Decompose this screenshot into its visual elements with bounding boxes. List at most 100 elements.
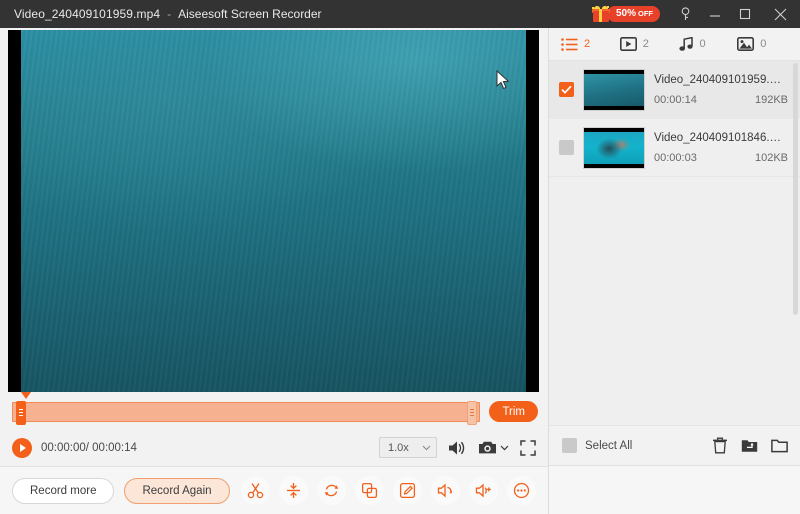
more-tools-button[interactable] <box>507 476 536 506</box>
trim-button[interactable]: Trim <box>489 401 538 423</box>
tab-image-count: 0 <box>760 38 767 50</box>
chevron-down-icon <box>422 445 431 451</box>
title-bar: Video_240409101959.mp4 - Aiseesoft Scree… <box>0 0 800 28</box>
open-folder-button[interactable] <box>771 438 788 453</box>
merge-icon <box>361 483 378 499</box>
discount-badge: 50% OFF <box>606 6 660 22</box>
video-frame <box>21 30 526 392</box>
playback-controls: 00:00:00/ 00:00:14 1.0x <box>0 429 548 466</box>
file-checkbox[interactable] <box>559 140 574 155</box>
file-name: Video_240409101846.mp4 <box>654 131 788 144</box>
panel-bottom-spacer <box>549 465 800 514</box>
compress-tool-button[interactable] <box>279 476 308 506</box>
list-footer: Select All <box>549 425 800 465</box>
window-file-name: Video_240409101959.mp4 <box>14 7 161 21</box>
trim-handle-left[interactable] <box>16 400 26 425</box>
volume-boost-tool-button[interactable] <box>469 476 498 506</box>
share-folder-button[interactable] <box>741 438 758 453</box>
check-icon <box>561 85 572 94</box>
list-footer-icons <box>712 437 788 454</box>
timeline-trim-track[interactable] <box>12 391 481 425</box>
video-icon <box>619 37 637 51</box>
recorded-file-list[interactable]: Video_240409101959.mp4 00:00:14 192KB Vi… <box>549 61 800 425</box>
tab-video-count: 2 <box>642 38 649 50</box>
file-type-tabs: 2 2 0 0 <box>549 28 800 61</box>
time-display: 00:00:00/ 00:00:14 <box>41 441 137 454</box>
close-icon[interactable] <box>760 0 800 28</box>
bottom-action-bar: Record more Record Again <box>0 466 548 514</box>
image-icon <box>737 37 755 51</box>
edit-pencil-icon <box>399 483 416 499</box>
trash-icon <box>713 437 727 454</box>
gift-icon <box>591 5 611 23</box>
title-separator: - <box>167 7 172 21</box>
list-item[interactable]: Video_240409101959.mp4 00:00:14 192KB <box>549 61 800 119</box>
camera-icon <box>479 441 496 454</box>
list-icon <box>561 37 578 51</box>
file-details: 00:00:14 192KB <box>654 94 788 106</box>
edit-tool-button[interactable] <box>393 476 422 506</box>
trim-selection-range <box>13 402 480 421</box>
folder-icon <box>771 439 788 453</box>
playback-speed-select[interactable]: 1.0x <box>379 437 437 459</box>
file-meta: Video_240409101959.mp4 00:00:14 192KB <box>654 74 788 106</box>
convert-tool-button[interactable] <box>317 476 346 506</box>
chevron-down-icon <box>500 445 509 451</box>
promo-banner[interactable]: 50% OFF <box>591 5 660 23</box>
volume-icon <box>449 441 465 455</box>
tab-audio[interactable]: 0 <box>678 36 738 52</box>
volume-button[interactable] <box>448 440 467 456</box>
file-meta: Video_240409101846.mp4 00:00:03 102KB <box>654 132 788 164</box>
delete-button[interactable] <box>712 437 728 454</box>
window-controls: 50% OFF <box>591 0 800 28</box>
tab-all[interactable]: 2 <box>561 37 620 51</box>
file-size: 102KB <box>754 151 788 164</box>
mouse-pointer-icon <box>496 70 510 90</box>
play-icon <box>20 443 26 452</box>
file-thumbnail <box>583 126 645 169</box>
snapshot-button[interactable] <box>478 440 509 455</box>
volume-plus-icon <box>475 483 491 498</box>
record-again-button[interactable]: Record Again <box>124 477 230 504</box>
music-note-icon <box>678 36 693 51</box>
file-details: 00:00:03 102KB <box>654 152 788 164</box>
file-list-panel: 2 2 0 0 Video_240409101959.mp4 00:00:14 … <box>548 28 800 514</box>
audio-effect-tool-button[interactable] <box>431 476 460 506</box>
tool-buttons <box>241 476 536 506</box>
cut-tool-button[interactable] <box>241 476 270 506</box>
scissors-icon <box>247 483 264 499</box>
file-thumbnail <box>583 68 645 111</box>
playhead-marker[interactable] <box>21 391 31 399</box>
screen-recorder-window: Video_240409101959.mp4 - Aiseesoft Scree… <box>0 0 800 514</box>
app-name: Aiseesoft Screen Recorder <box>178 7 322 21</box>
record-more-button[interactable]: Record more <box>12 477 115 504</box>
maximize-icon[interactable] <box>730 0 760 28</box>
list-item[interactable]: Video_240409101846.mp4 00:00:03 102KB <box>549 119 800 177</box>
select-all-label: Select All <box>585 439 633 452</box>
share-folder-icon <box>741 440 758 452</box>
discount-off-label: OFF <box>638 9 653 19</box>
speaker-effect-icon <box>437 483 453 498</box>
trim-handle-right[interactable] <box>467 400 478 425</box>
discount-value: 50% <box>615 8 636 19</box>
file-size: 192KB <box>754 93 788 106</box>
file-name: Video_240409101959.mp4 <box>654 73 788 86</box>
playback-speed-value: 1.0x <box>388 441 409 454</box>
video-preview-area <box>0 28 548 394</box>
fullscreen-button[interactable] <box>520 439 536 456</box>
compress-icon <box>287 483 300 499</box>
file-checkbox[interactable] <box>559 82 574 97</box>
tab-all-count: 2 <box>584 38 591 50</box>
minimize-icon[interactable] <box>700 0 730 28</box>
select-all-checkbox[interactable] <box>562 438 577 453</box>
play-button[interactable] <box>12 437 32 458</box>
fullscreen-icon <box>520 439 536 456</box>
ellipsis-icon <box>513 482 530 499</box>
tab-video[interactable]: 2 <box>619 37 679 51</box>
video-stage[interactable] <box>8 30 539 392</box>
merge-tool-button[interactable] <box>355 476 384 506</box>
list-scrollbar[interactable] <box>793 63 798 315</box>
key-help-icon[interactable] <box>670 0 700 28</box>
tab-image[interactable]: 0 <box>737 37 796 51</box>
refresh-icon <box>324 484 339 497</box>
